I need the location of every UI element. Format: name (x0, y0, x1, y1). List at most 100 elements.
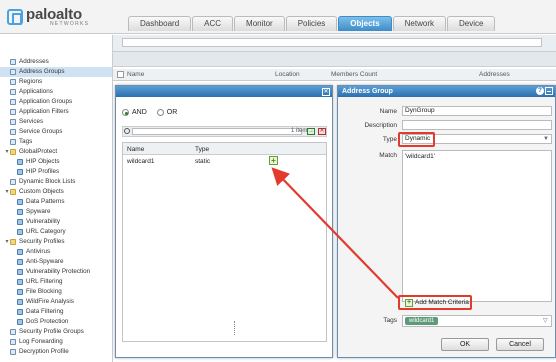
table-row[interactable]: wildcard1 static + (123, 155, 326, 167)
sidebar-item[interactable]: Security Profile Groups (0, 327, 112, 337)
tags-field[interactable]: wildcard1 ▽ (402, 315, 552, 327)
sidebar-item[interactable]: Application Filters (0, 107, 112, 117)
folder-icon (10, 239, 16, 245)
sidebar-item[interactable]: Address Groups (0, 67, 112, 77)
sidebar-item-label: Antivirus (26, 248, 51, 255)
and-label: AND (132, 109, 147, 116)
sidebar-item[interactable]: Decryption Profile (0, 347, 112, 357)
sidebar-item[interactable]: Dynamic Block Lists (0, 177, 112, 187)
sidebar-item[interactable]: Vulnerability (0, 217, 112, 227)
add-icon[interactable]: + (269, 156, 278, 165)
filter-input[interactable] (122, 38, 542, 47)
sidebar-item[interactable]: Anti-Spyware (0, 257, 112, 267)
minimize-icon[interactable] (545, 87, 553, 95)
col-name[interactable]: Name (127, 146, 144, 153)
description-field[interactable] (402, 120, 552, 130)
help-icon[interactable]: ? (536, 87, 544, 95)
sidebar-item[interactable]: Antivirus (0, 247, 112, 257)
tab-monitor[interactable]: Monitor (234, 16, 285, 31)
sidebar-item[interactable]: Data Patterns (0, 197, 112, 207)
object-icon (17, 169, 23, 175)
tab-network[interactable]: Network (392, 16, 446, 31)
tags-label: Tags (383, 317, 397, 324)
object-icon (17, 199, 23, 205)
sidebar-item[interactable]: Spyware (0, 207, 112, 217)
close-icon[interactable]: ✕ (322, 88, 330, 96)
match-textarea[interactable]: 'wildcard1' (402, 150, 552, 302)
tab-acc[interactable]: ACC (192, 16, 234, 31)
object-icon (10, 59, 16, 65)
tab-device[interactable]: Device (446, 16, 496, 31)
sidebar-item[interactable]: ▾ GlobalProtect (0, 147, 112, 157)
sidebar-item[interactable]: Service Groups (0, 127, 112, 137)
sidebar-item[interactable]: URL Filtering (0, 277, 112, 287)
sidebar-item-label: Tags (19, 138, 33, 145)
ok-button[interactable]: OK (441, 338, 489, 351)
object-icon (10, 109, 16, 115)
name-field[interactable]: DynGroup (402, 106, 552, 116)
sidebar-item[interactable]: Services (0, 117, 112, 127)
sidebar-item-label: HIP Objects (26, 158, 60, 165)
sidebar-item[interactable]: URL Category (0, 227, 112, 237)
logo-name: paloalto (26, 6, 82, 23)
object-icon (10, 119, 16, 125)
sidebar-item-label: WildFire Analysis (26, 298, 74, 305)
tag-pill[interactable]: wildcard1 (405, 317, 439, 325)
sidebar-item[interactable]: Data Filtering (0, 307, 112, 317)
clear-filter-icon[interactable]: ✕ (318, 128, 326, 135)
select-all-checkbox[interactable] (117, 71, 124, 78)
tab-objects[interactable]: Objects (338, 16, 392, 31)
nav-tree: Addresses Address Groups Regions Applicatio… (0, 57, 112, 357)
sidebar-item[interactable]: Application Groups (0, 97, 112, 107)
sidebar-item-label: Vulnerability Protection (26, 268, 91, 275)
col-name[interactable]: Name (127, 71, 144, 78)
object-icon (10, 179, 16, 185)
match-filter-input[interactable] (132, 128, 302, 135)
sidebar-item[interactable]: ▾ Custom Objects (0, 187, 112, 197)
match-dialog-titlebar: ✕ (116, 86, 332, 97)
cancel-button[interactable]: Cancel (496, 338, 544, 351)
sidebar-item-label: Security Profiles (19, 238, 65, 245)
sidebar-item-label: DoS Protection (26, 318, 69, 325)
sidebar-item[interactable]: Vulnerability Protection (0, 267, 112, 277)
sidebar-item-label: HIP Profiles (26, 168, 60, 175)
sidebar-item-label: Custom Objects (19, 188, 64, 195)
tab-dashboard[interactable]: Dashboard (128, 16, 192, 31)
resize-handle[interactable] (234, 321, 237, 335)
sidebar-item[interactable]: Applications (0, 87, 112, 97)
sidebar-item-label: GlobalProtect (19, 148, 58, 155)
col-members-count[interactable]: Members Count (331, 71, 377, 78)
tab-policies[interactable]: Policies (285, 16, 338, 31)
search-icon (124, 128, 130, 134)
apply-filter-icon[interactable]: → (307, 128, 315, 135)
sidebar-item[interactable]: Tags (0, 137, 112, 147)
sidebar-item[interactable]: HIP Profiles (0, 167, 112, 177)
object-icon (17, 299, 23, 305)
folder-icon (10, 189, 16, 195)
sidebar-item[interactable]: Log Forwarding (0, 337, 112, 347)
object-icon (10, 139, 16, 145)
or-radio[interactable] (156, 109, 164, 116)
sidebar-item[interactable]: WildFire Analysis (0, 297, 112, 307)
sidebar-item[interactable]: HIP Objects (0, 157, 112, 167)
sidebar-item[interactable]: File Blocking (0, 287, 112, 297)
type-highlight-box (398, 132, 435, 147)
match-filter-bar: 1 item → ✕ (122, 126, 327, 137)
top-header: paloalto NETWORKS Dashboard ACC Monitor … (0, 0, 556, 34)
col-addresses[interactable]: Addresses (479, 71, 510, 78)
sidebar-item-label: Applications (19, 88, 53, 95)
object-icon (17, 319, 23, 325)
left-nav-panel: Addresses Address Groups Regions Applicatio… (0, 35, 113, 362)
match-label: Match (379, 152, 397, 159)
operator-radio-group: AND OR (122, 109, 187, 116)
logo-sub: NETWORKS (50, 21, 90, 27)
sidebar-item[interactable]: DoS Protection (0, 317, 112, 327)
sidebar-item-label: URL Category (26, 228, 66, 235)
and-radio[interactable] (122, 109, 129, 116)
sidebar-item[interactable]: ▾ Security Profiles (0, 237, 112, 247)
col-type[interactable]: Type (195, 146, 209, 153)
object-icon (10, 69, 16, 75)
sidebar-item[interactable]: Addresses (0, 57, 112, 67)
col-location[interactable]: Location (275, 71, 300, 78)
sidebar-item[interactable]: Regions (0, 77, 112, 87)
